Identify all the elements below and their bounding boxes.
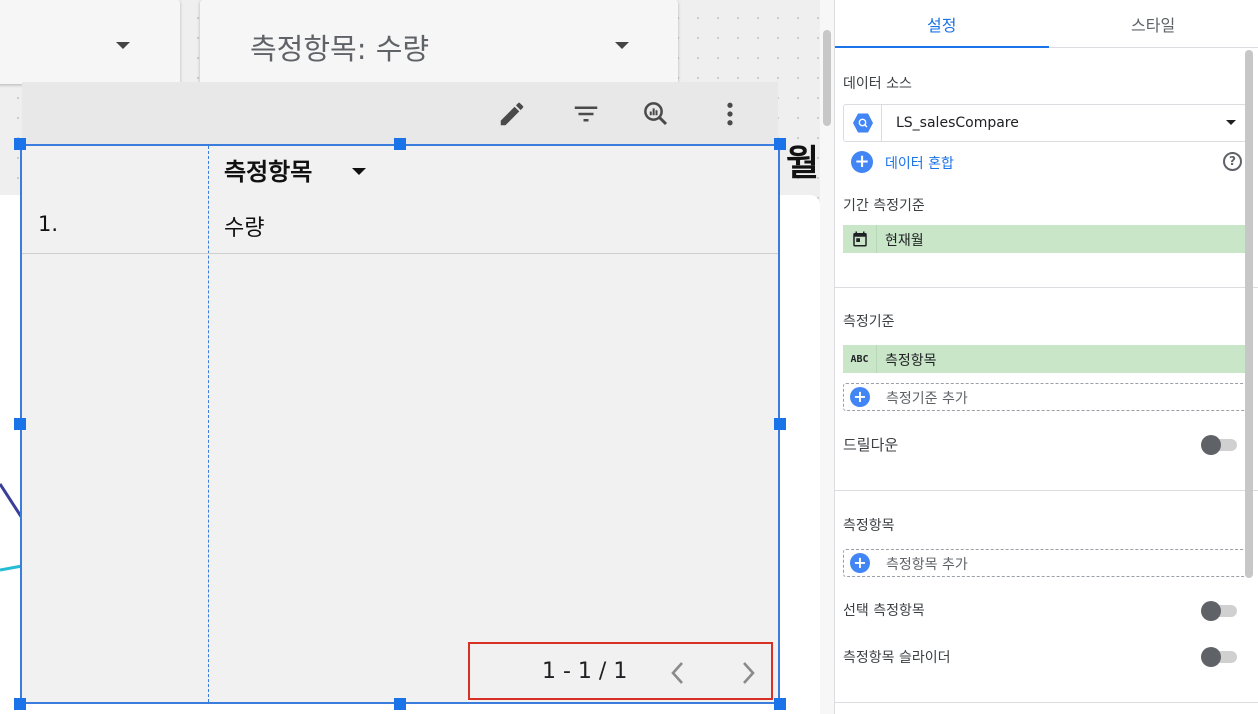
chevron-down-icon bbox=[116, 42, 130, 49]
canvas-scrollbar[interactable] bbox=[820, 0, 834, 714]
metric-slider-label: 측정항목 슬라이더 bbox=[843, 650, 951, 666]
add-circle-icon: + bbox=[850, 553, 870, 573]
add-circle-icon: + bbox=[851, 151, 873, 173]
filter-control-metric[interactable]: 측정항목: 수량 bbox=[200, 0, 678, 84]
dimension-value: 측정항목 bbox=[885, 353, 937, 369]
add-metric-button[interactable]: + 측정항목 추가 bbox=[843, 549, 1247, 577]
calendar-icon bbox=[843, 225, 877, 253]
properties-panel: 설정 스타일 데이터 소스 LS_salesCompare + 데이터 혼합 ?… bbox=[834, 0, 1258, 714]
tab-style[interactable]: 스타일 bbox=[1131, 12, 1175, 36]
resize-handle-n[interactable] bbox=[394, 138, 406, 150]
add-circle-icon: + bbox=[850, 387, 870, 407]
column-header-metric[interactable]: 측정항목 bbox=[224, 152, 312, 187]
pagination: 1 - 1 / 1 bbox=[468, 642, 773, 700]
drilldown-toggle[interactable] bbox=[1201, 434, 1237, 456]
row-index: 1. bbox=[38, 212, 59, 236]
add-metric-label: 측정항목 추가 bbox=[886, 557, 968, 573]
drilldown-label: 드릴다운 bbox=[843, 436, 899, 454]
resize-handle-nw[interactable] bbox=[14, 138, 26, 150]
filter-control-1[interactable] bbox=[0, 0, 180, 84]
panel-tabs: 설정 스타일 bbox=[835, 0, 1258, 48]
canvas-scrollbar-thumb[interactable] bbox=[823, 30, 831, 126]
tab-setup[interactable]: 설정 bbox=[927, 12, 956, 36]
pagination-text: 1 - 1 / 1 bbox=[542, 659, 628, 684]
data-source-name: LS_salesCompare bbox=[896, 115, 1019, 131]
explore-icon[interactable] bbox=[636, 94, 676, 134]
add-dimension-label: 측정기준 추가 bbox=[886, 391, 968, 407]
table-chart[interactable]: 측정항목 1. 수량 1 - 1 / 1 bbox=[20, 144, 780, 704]
prev-page-icon[interactable] bbox=[668, 660, 688, 686]
help-icon[interactable]: ? bbox=[1223, 152, 1242, 171]
more-vert-icon[interactable] bbox=[710, 94, 750, 134]
optional-metrics-label: 선택 측정항목 bbox=[843, 603, 925, 619]
resize-handle-w[interactable] bbox=[14, 418, 26, 430]
metric-slider-toggle[interactable] bbox=[1201, 646, 1237, 668]
row-value: 수량 bbox=[224, 216, 265, 241]
chart-toolbar bbox=[22, 82, 778, 144]
section-divider bbox=[835, 287, 1258, 288]
section-divider bbox=[835, 702, 1258, 703]
date-range-dimension-value: 현재월 bbox=[885, 233, 924, 249]
resize-handle-sw[interactable] bbox=[14, 698, 26, 710]
section-divider bbox=[835, 490, 1258, 491]
add-dimension-button[interactable]: + 측정기준 추가 bbox=[843, 383, 1247, 411]
edit-icon[interactable] bbox=[492, 94, 532, 134]
resize-handle-e[interactable] bbox=[774, 418, 786, 430]
bigquery-icon bbox=[844, 105, 882, 141]
metric-label: 측정항목 bbox=[843, 518, 895, 534]
resize-handle-se[interactable] bbox=[774, 698, 786, 710]
data-source-select[interactable]: LS_salesCompare bbox=[843, 104, 1247, 142]
filter-control-label: 측정항목: 수량 bbox=[250, 32, 430, 66]
blend-data-label: 데이터 혼합 bbox=[885, 156, 954, 172]
adjacent-chart-title: 월 bbox=[786, 143, 820, 184]
sort-desc-icon[interactable] bbox=[352, 168, 366, 175]
date-range-dimension-chip[interactable]: 현재월 bbox=[843, 225, 1247, 253]
report-canvas: 측정항목: 수량 측정항목 1. 수량 1 - 1 / 1 월 bbox=[0, 0, 820, 714]
text-type-icon: ABC bbox=[843, 345, 877, 373]
chevron-down-icon bbox=[1226, 120, 1236, 125]
active-tab-indicator bbox=[835, 46, 1049, 48]
filter-icon[interactable] bbox=[566, 94, 606, 134]
resize-handle-ne[interactable] bbox=[774, 138, 786, 150]
date-range-dimension-label: 기간 측정기준 bbox=[843, 198, 925, 214]
optional-metrics-toggle[interactable] bbox=[1201, 600, 1237, 622]
next-page-icon[interactable] bbox=[738, 660, 758, 686]
table-row: 1. 수량 bbox=[22, 186, 778, 254]
dimension-chip[interactable]: ABC 측정항목 bbox=[843, 345, 1247, 373]
resize-handle-s[interactable] bbox=[394, 698, 406, 710]
data-source-label: 데이터 소스 bbox=[843, 76, 912, 92]
panel-scrollbar-thumb[interactable] bbox=[1245, 50, 1253, 578]
dimension-label: 측정기준 bbox=[843, 314, 895, 330]
chevron-down-icon bbox=[615, 42, 629, 49]
